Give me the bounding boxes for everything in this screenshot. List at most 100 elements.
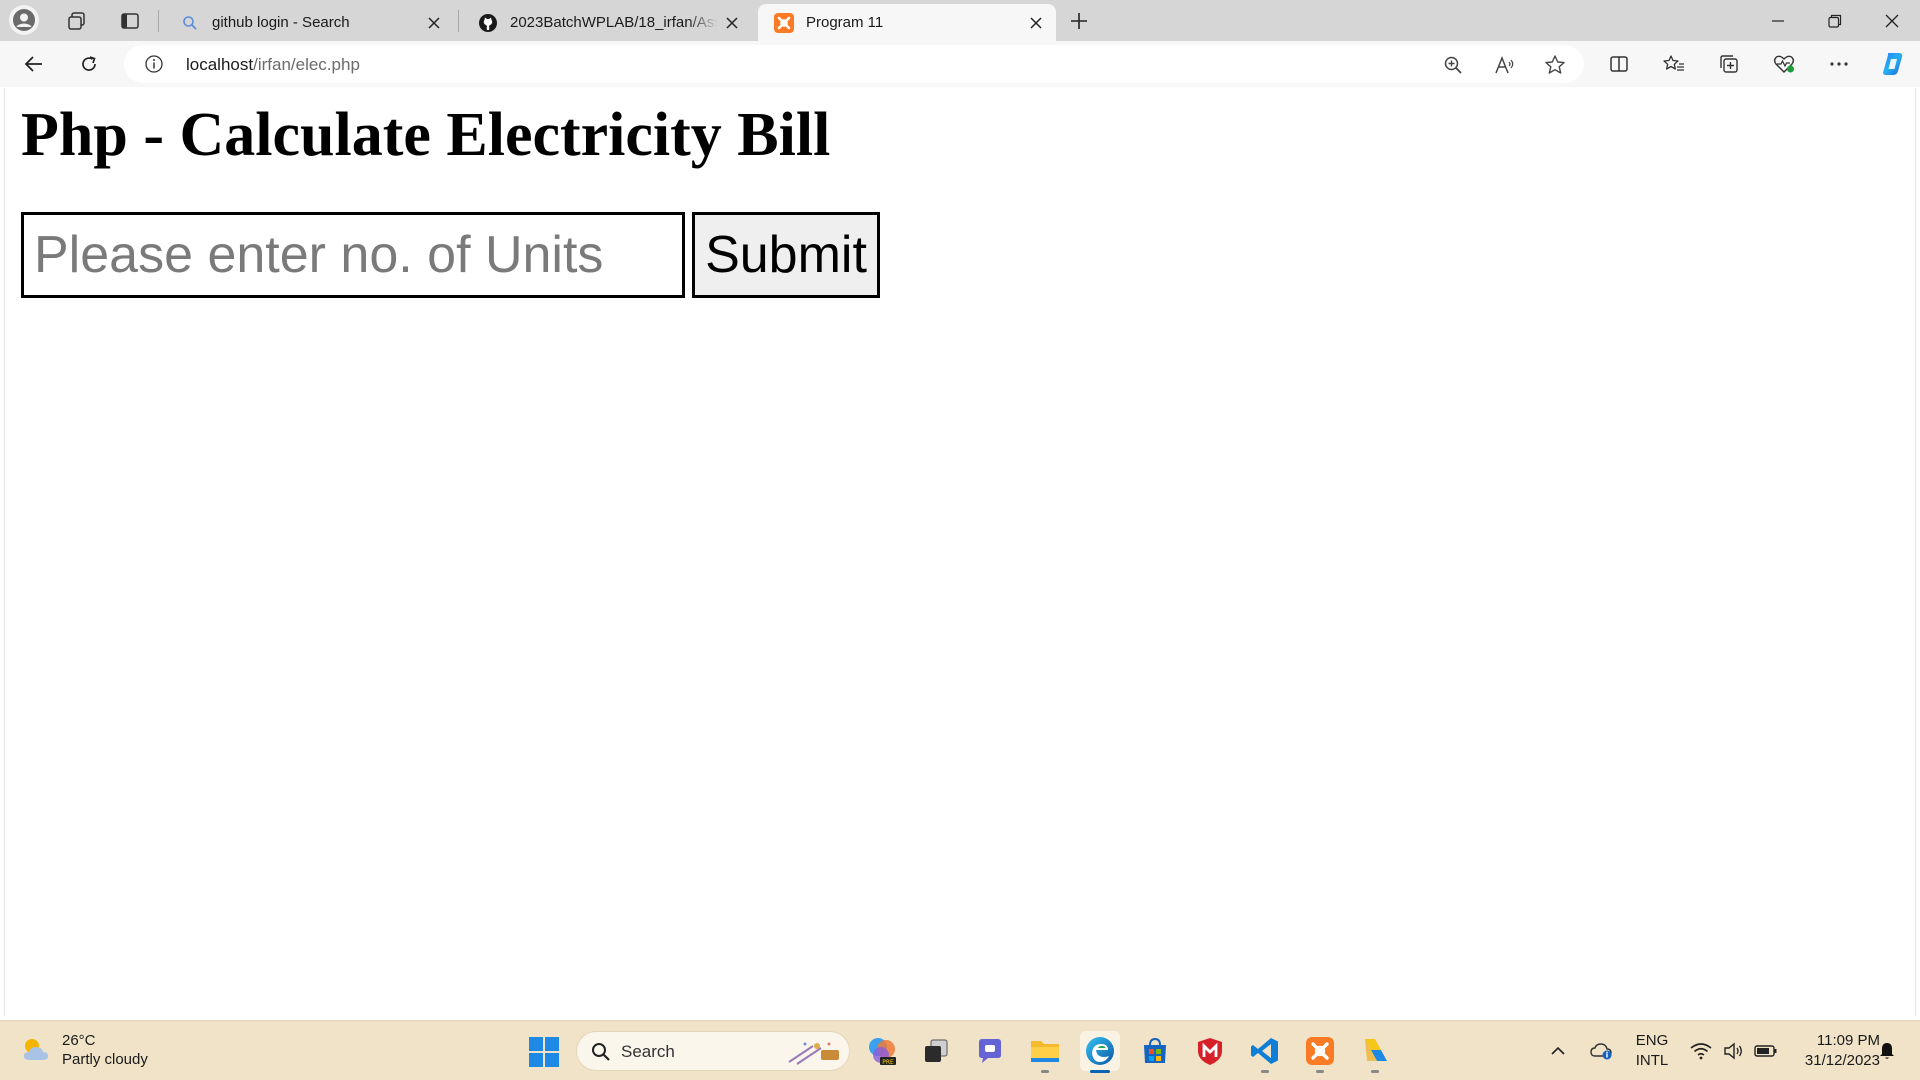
tab-github-search[interactable]: github login - Search — [164, 4, 454, 41]
url-path: /irfan/elec.php — [253, 55, 360, 74]
store-icon — [1144, 1037, 1166, 1063]
minimize-icon — [1771, 19, 1784, 22]
windows-logo-icon — [529, 1037, 559, 1067]
running-indicator — [1090, 1070, 1110, 1073]
folder-icon — [1031, 1041, 1059, 1062]
refresh-icon — [82, 56, 96, 71]
tab-separator — [158, 10, 159, 32]
clock-time: 11:09 PM — [1816, 1032, 1880, 1049]
site-info-icon[interactable] — [144, 54, 164, 74]
copilot-pre-app[interactable]: PRE — [862, 1031, 902, 1071]
url-host: localhost — [186, 55, 254, 74]
task-view-app[interactable] — [916, 1031, 956, 1071]
minimize-button[interactable] — [1749, 0, 1806, 41]
weather-text: 26°C Partly cloudy — [62, 1031, 148, 1069]
search-icon — [592, 1043, 610, 1061]
close-window-button[interactable] — [1863, 0, 1920, 41]
close-tab-icon[interactable] — [1022, 9, 1050, 37]
clock-date: 31/12/2023 — [1804, 1052, 1880, 1069]
wifi-icon — [1690, 1043, 1712, 1060]
close-tab-icon[interactable] — [420, 9, 448, 37]
split-screen-icon — [1610, 56, 1628, 72]
copilot-pre-icon: PRE — [869, 1038, 896, 1066]
page-viewport: Php - Calculate Electricity Bill Submit — [4, 88, 1916, 1016]
onedrive-status[interactable] — [1590, 1021, 1620, 1080]
show-hidden-icons-button[interactable] — [1550, 1021, 1580, 1080]
microsoft-store-app[interactable] — [1135, 1031, 1175, 1071]
teams-chat-app[interactable] — [970, 1031, 1010, 1071]
chevron-up-icon — [1551, 1046, 1565, 1055]
notifications-button[interactable] — [1872, 1021, 1902, 1080]
windows-taskbar: 26°C Partly cloudy Search PRE ENG INTL 1… — [0, 1020, 1920, 1080]
restore-button[interactable] — [1806, 0, 1863, 41]
refresh-button[interactable] — [72, 47, 106, 81]
browser-essentials-button[interactable] — [1767, 47, 1801, 81]
bell-icon — [1880, 1043, 1894, 1059]
address-bar[interactable]: localhost/irfan/elec.php — [124, 45, 1584, 83]
favorites-button[interactable] — [1657, 47, 1691, 81]
units-input[interactable] — [21, 212, 685, 298]
profile-avatar-icon[interactable] — [9, 5, 39, 35]
volume-icon — [1724, 1042, 1742, 1060]
tab-program-11[interactable]: Program 11 — [758, 4, 1056, 41]
split-screen-button[interactable] — [1602, 47, 1636, 81]
copilot-button[interactable] — [1876, 47, 1910, 81]
partly-cloudy-icon — [24, 1039, 48, 1060]
browser-tab-strip: github login - Search 2023BatchWPLAB/18_… — [0, 0, 1920, 41]
language-code: ENG — [1635, 1032, 1669, 1049]
tab-title: github login - Search — [212, 14, 350, 31]
mcafee-shield-icon — [1198, 1038, 1222, 1065]
edge-icon — [1086, 1037, 1114, 1065]
collections-button[interactable] — [1712, 47, 1746, 81]
tab-title: 2023BatchWPLAB/18_irfan/Ass12 — [510, 14, 718, 31]
new-tab-button[interactable] — [1064, 6, 1094, 36]
start-button[interactable] — [527, 1035, 561, 1069]
quick-settings[interactable] — [1684, 1021, 1784, 1080]
language-indicator[interactable]: ENG INTL — [1632, 1021, 1672, 1080]
installer-icon — [1365, 1039, 1387, 1061]
keyboard-layout: INTL — [1635, 1052, 1669, 1069]
more-options-button[interactable] — [1822, 47, 1856, 81]
xampp-icon — [1306, 1037, 1334, 1065]
xampp-app[interactable] — [1300, 1031, 1340, 1073]
weather-widget[interactable]: 26°C Partly cloudy — [20, 1031, 148, 1069]
chat-icon — [979, 1039, 1001, 1063]
running-indicator — [1316, 1070, 1324, 1073]
weather-temp: 26°C — [62, 1032, 96, 1049]
running-indicator — [1041, 1070, 1049, 1073]
tab-actions-icon[interactable] — [117, 8, 143, 34]
page-title: Php - Calculate Electricity Bill — [21, 101, 831, 169]
tab-separator — [458, 10, 459, 32]
taskbar-search[interactable]: Search — [576, 1031, 850, 1071]
new-year-fireworks-icon — [788, 1042, 839, 1065]
zoom-icon[interactable] — [1442, 54, 1464, 76]
tab-title: Program 11 — [806, 14, 884, 31]
read-aloud-icon[interactable] — [1494, 54, 1516, 76]
more-dots-icon — [1830, 62, 1848, 66]
heart-pulse-icon — [1773, 55, 1795, 73]
arrow-left-icon — [24, 56, 42, 72]
svg-text:PRE: PRE — [882, 1059, 894, 1066]
vscode-app[interactable] — [1245, 1031, 1285, 1073]
collections-icon — [1720, 55, 1738, 73]
task-view-icon — [925, 1039, 948, 1062]
copilot-icon — [1883, 53, 1903, 75]
favorite-star-icon[interactable] — [1544, 54, 1566, 76]
browser-toolbar: localhost/irfan/elec.php — [0, 41, 1920, 87]
submit-button[interactable]: Submit — [692, 212, 880, 298]
back-button[interactable] — [17, 47, 51, 81]
close-tab-icon[interactable] — [718, 9, 746, 37]
url-text[interactable]: localhost/irfan/elec.php — [186, 55, 360, 75]
github-icon — [478, 13, 498, 33]
battery-icon — [1754, 1045, 1777, 1057]
tab-github-repo[interactable]: 2023BatchWPLAB/18_irfan/Ass12 — [462, 4, 752, 41]
installer-app[interactable] — [1355, 1031, 1395, 1073]
clock[interactable]: 11:09 PM 31/12/2023 — [1780, 1021, 1880, 1080]
vscode-icon — [1251, 1038, 1278, 1064]
edge-app[interactable] — [1080, 1031, 1120, 1073]
weather-condition: Partly cloudy — [62, 1051, 148, 1068]
file-explorer-app[interactable] — [1025, 1031, 1065, 1073]
mcafee-app[interactable] — [1190, 1031, 1230, 1071]
cloud-info-icon — [1590, 1043, 1612, 1060]
workspaces-icon[interactable] — [64, 8, 90, 34]
